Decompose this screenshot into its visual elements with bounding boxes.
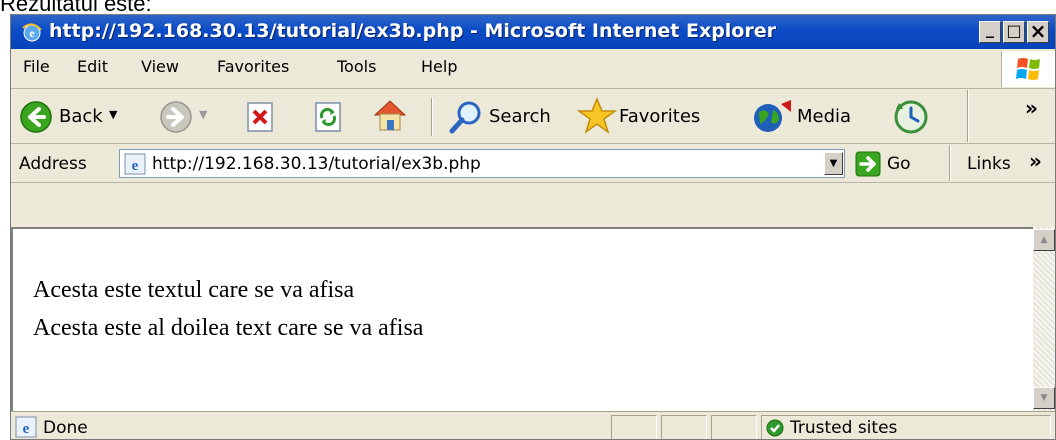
menu-bar: File Edit View Favorites Tools Help: [11, 49, 1055, 89]
back-arrow-icon[interactable]: [19, 100, 53, 134]
maximize-button[interactable]: □: [1003, 21, 1025, 43]
home-icon[interactable]: [371, 96, 409, 134]
go-button[interactable]: Go: [887, 154, 911, 174]
page-content: Acesta este textul care se va afisa Aces…: [11, 227, 1033, 411]
menu-help[interactable]: Help: [421, 57, 457, 76]
search-icon[interactable]: [447, 98, 485, 136]
menu-favorites-label: Favorites: [217, 57, 290, 76]
toolbar-separator: [949, 145, 951, 181]
media-button[interactable]: Media: [797, 106, 851, 127]
toolbar-chevron-icon[interactable]: »: [1025, 96, 1038, 120]
page-status-icon: e: [15, 416, 37, 438]
forward-arrow-icon: [160, 101, 192, 133]
svg-text:e: e: [29, 26, 35, 40]
ie-logo-icon: e: [22, 23, 42, 42]
menu-view-label: View: [141, 57, 179, 76]
security-zone-label: Trusted sites: [790, 418, 898, 438]
page-text-line: Acesta este al doilea text care se va af…: [33, 315, 424, 341]
favorites-button[interactable]: Favorites: [619, 106, 700, 127]
links-button[interactable]: Links: [967, 154, 1011, 174]
address-bar: Address e http://192.168.30.13/tutorial/…: [11, 145, 1055, 183]
scroll-down-icon[interactable]: ▼: [1033, 387, 1055, 409]
menu-edit-label: Edit: [77, 57, 108, 76]
address-url: http://192.168.30.13/tutorial/ex3b.php: [152, 154, 481, 174]
go-arrow-icon[interactable]: [855, 151, 881, 177]
refresh-icon[interactable]: [311, 100, 345, 134]
caption-text: Rezultatul este:: [0, 0, 152, 16]
toolbar-separator: [967, 90, 969, 142]
menu-view[interactable]: View: [141, 57, 179, 76]
status-pane: [661, 415, 707, 439]
menu-edit[interactable]: Edit: [77, 57, 108, 76]
stop-icon[interactable]: [243, 100, 277, 134]
windows-flag-icon: [1016, 58, 1040, 80]
menu-favorites[interactable]: Favorites: [217, 57, 289, 76]
title-bar[interactable]: e http://192.168.30.13/tutorial/ex3b.php…: [11, 15, 1055, 49]
menu-tools[interactable]: Tools: [337, 57, 376, 76]
page-ie-icon: e: [124, 153, 146, 175]
menu-file-label: File: [23, 57, 50, 76]
favorites-star-icon[interactable]: [577, 96, 617, 136]
ie-window: e http://192.168.30.13/tutorial/ex3b.php…: [10, 14, 1056, 440]
vertical-scrollbar[interactable]: ▲ ▼: [1033, 227, 1055, 411]
close-button[interactable]: ×: [1027, 21, 1049, 43]
links-chevron-icon[interactable]: »: [1029, 149, 1042, 173]
window-title: http://192.168.30.13/tutorial/ex3b.php -…: [49, 20, 776, 42]
status-pane: [711, 415, 757, 439]
minimize-button[interactable]: _: [979, 21, 1001, 43]
svg-text:e: e: [132, 158, 139, 174]
trusted-check-icon: [766, 419, 784, 437]
address-dropdown-icon[interactable]: ▼: [824, 152, 843, 175]
menu-help-label: Help: [421, 57, 458, 76]
svg-text:e: e: [23, 421, 30, 437]
media-icon[interactable]: [751, 98, 795, 136]
status-text: Done: [43, 418, 88, 438]
menu-file[interactable]: File: [23, 57, 50, 76]
toolbar-separator: [431, 98, 433, 136]
menu-tools-label: Tools: [337, 57, 377, 76]
address-label: Address: [19, 154, 87, 174]
back-button[interactable]: Back: [59, 106, 103, 127]
search-button[interactable]: Search: [489, 106, 551, 127]
back-dropdown-icon[interactable]: ▼: [109, 108, 117, 121]
status-bar: e Done Trusted sites: [11, 411, 1055, 439]
windows-logo-throbber: [1001, 51, 1055, 87]
status-pane: [611, 415, 657, 439]
forward-dropdown-icon: ▼: [199, 108, 208, 121]
history-icon[interactable]: [891, 98, 931, 136]
standard-toolbar: Back ▼ ▼ Search Favorites Media »: [11, 90, 1055, 144]
page-text-line: Acesta este textul care se va afisa: [33, 277, 355, 303]
security-zone-pane[interactable]: Trusted sites: [761, 415, 1051, 439]
scroll-up-icon[interactable]: ▲: [1033, 229, 1055, 251]
address-input[interactable]: e http://192.168.30.13/tutorial/ex3b.php…: [119, 149, 845, 178]
